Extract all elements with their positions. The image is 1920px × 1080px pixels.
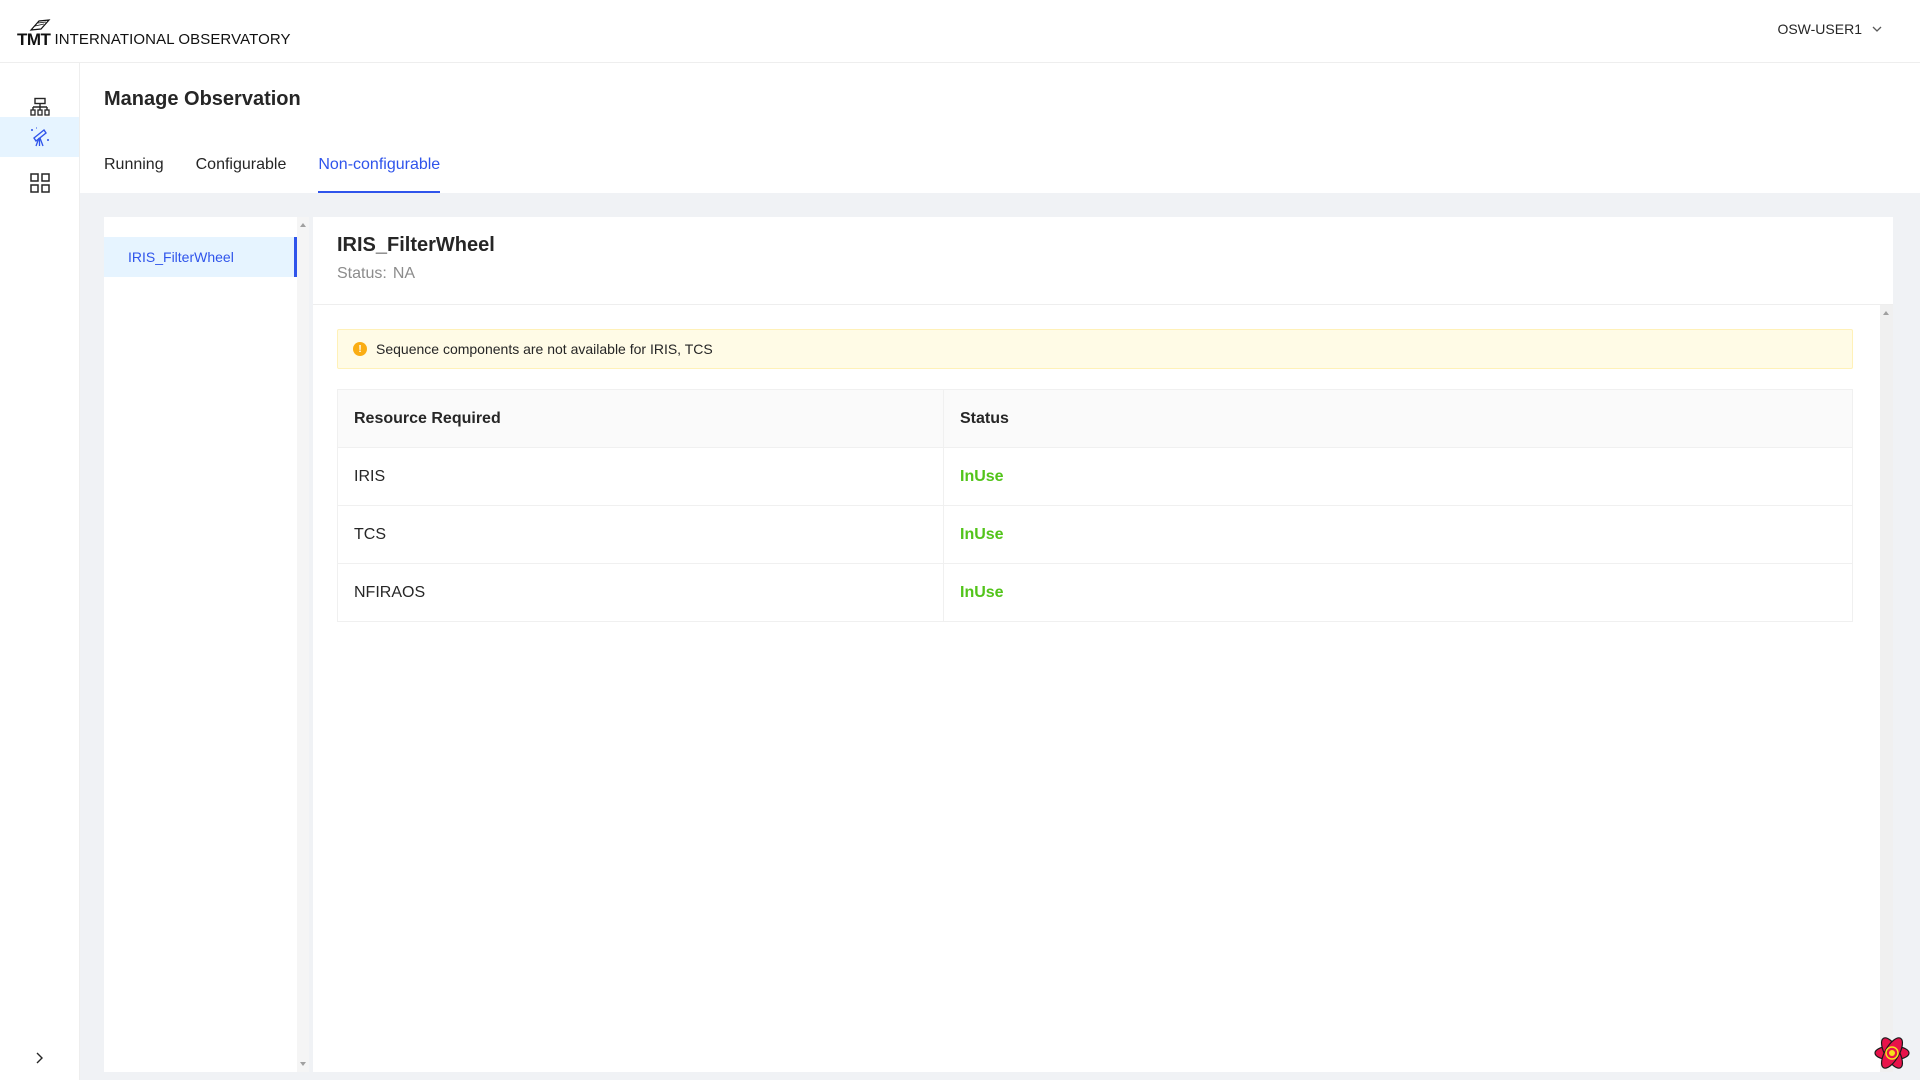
- chevron-down-icon: [1872, 26, 1882, 32]
- sequencer-list: IRIS_FilterWheel: [104, 217, 297, 1072]
- resource-cell: NFIRAOS: [337, 563, 944, 622]
- scroll-up-arrow-icon[interactable]: [300, 223, 306, 227]
- resource-cell: IRIS: [337, 447, 944, 506]
- tab-non-configurable[interactable]: Non-configurable: [318, 153, 440, 193]
- tab-configurable[interactable]: Configurable: [196, 153, 287, 193]
- table-header-row: Resource Required Status: [337, 389, 1853, 448]
- grid-icon: [29, 173, 50, 193]
- logo[interactable]: TMT INTERNATIONAL OBSERVATORY: [17, 14, 291, 50]
- react-devtools-icon[interactable]: [1872, 1033, 1912, 1073]
- table-row: NFIRAOS InUse: [337, 563, 1853, 622]
- status-label: Status:: [337, 265, 387, 282]
- resources-table: Resource Required Status IRIS InUse TCS …: [337, 389, 1853, 622]
- logo-mark: TMT: [17, 19, 51, 50]
- status-cell: InUse: [943, 505, 1853, 564]
- exclamation-circle-icon: !: [353, 342, 367, 356]
- alert-message: Sequence components are not available fo…: [376, 341, 713, 357]
- detail-status: Status: NA: [337, 265, 415, 283]
- column-header-status: Status: [943, 389, 1853, 448]
- scroll-down-arrow-icon[interactable]: [300, 1062, 306, 1066]
- app-header: TMT INTERNATIONAL OBSERVATORY OSW-USER1: [0, 0, 1920, 63]
- table-row: TCS InUse: [337, 505, 1853, 564]
- scroll-up-arrow-icon[interactable]: [1883, 311, 1889, 315]
- page-header: Manage Observation Running Configurable …: [80, 63, 1920, 193]
- warning-alert: ! Sequence components are not available …: [337, 329, 1853, 369]
- status-cell: InUse: [943, 447, 1853, 506]
- telescope-logo-icon: [29, 19, 51, 31]
- detail-scrollbar[interactable]: [1880, 305, 1893, 1072]
- status-cell: InUse: [943, 563, 1853, 622]
- sidebar-item-resources[interactable]: [0, 163, 79, 203]
- tab-bar: Running Configurable Non-configurable: [104, 153, 472, 193]
- status-value: NA: [392, 265, 416, 282]
- chevron-right-icon: [36, 1052, 43, 1064]
- list-item[interactable]: IRIS_FilterWheel: [104, 237, 297, 277]
- table-row: IRIS InUse: [337, 447, 1853, 506]
- tab-running[interactable]: Running: [104, 153, 164, 193]
- list-scrollbar[interactable]: [297, 217, 309, 1072]
- detail-title: IRIS_FilterWheel: [337, 234, 495, 256]
- resource-cell: TCS: [337, 505, 944, 564]
- detail-body: ! Sequence components are not available …: [313, 305, 1880, 1072]
- user-menu[interactable]: OSW-USER1: [1777, 21, 1882, 37]
- logo-mark-text: TMT: [17, 30, 51, 49]
- sidebar-item-observations[interactable]: [0, 117, 79, 157]
- sidebar: [0, 63, 80, 1080]
- sidebar-collapse-button[interactable]: [30, 1048, 50, 1068]
- telescope-icon: [30, 127, 49, 147]
- column-header-resource: Resource Required: [337, 389, 944, 448]
- user-name: OSW-USER1: [1777, 21, 1862, 37]
- logo-text: INTERNATIONAL OBSERVATORY: [54, 31, 291, 48]
- detail-header: IRIS_FilterWheel Status: NA: [313, 217, 1893, 305]
- page-title: Manage Observation: [104, 88, 301, 110]
- hierarchy-icon: [29, 97, 50, 116]
